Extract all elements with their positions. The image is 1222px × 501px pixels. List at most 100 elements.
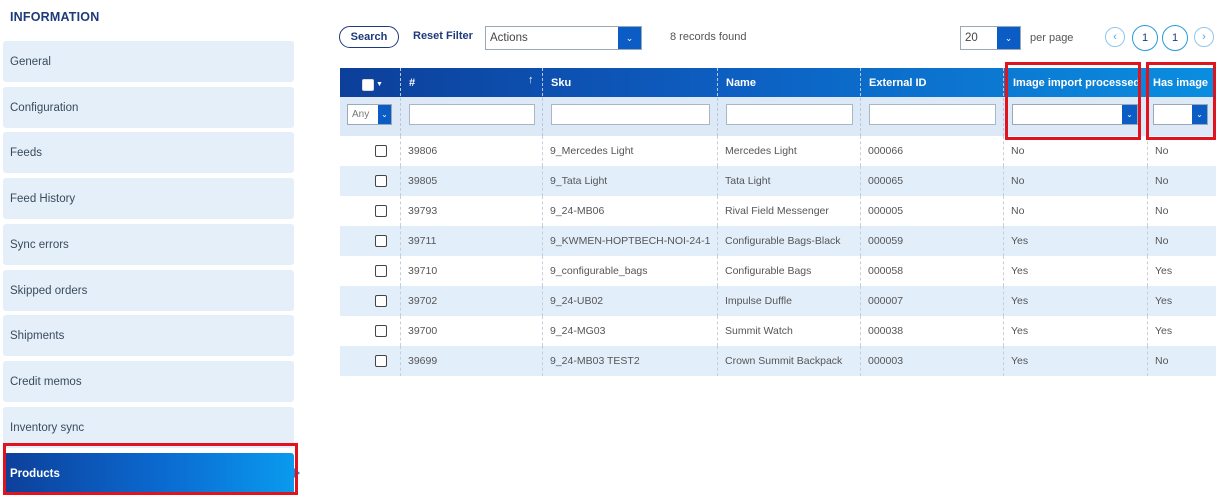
table-row[interactable]: 39700 9_24-MG03 Summit Watch 000038 Yes Yes xyxy=(340,316,1216,346)
actions-select[interactable]: Actions ⌄ xyxy=(485,26,642,50)
column-divider xyxy=(400,256,401,286)
cell-image-import-processed: Yes xyxy=(1011,235,1029,247)
sidebar-item-general[interactable]: General xyxy=(3,41,294,82)
cell-sku: 9_KWMEN-HOPTBECH-NOI-24-1 xyxy=(550,235,711,247)
column-divider xyxy=(1147,166,1148,196)
active-indicator-arrow-icon xyxy=(294,468,300,478)
name-filter-input[interactable] xyxy=(726,104,853,125)
cell-name: Configurable Bags-Black xyxy=(725,235,841,247)
sidebar-item-inventory-sync[interactable]: Inventory sync xyxy=(3,407,294,448)
next-page-icon[interactable]: › xyxy=(1194,27,1214,47)
cell-name: Rival Field Messenger xyxy=(725,205,829,217)
cell-id: 39793 xyxy=(408,205,438,217)
image-processed-filter-select[interactable]: ⌄ xyxy=(1012,104,1138,125)
column-divider xyxy=(1003,346,1004,376)
cell-sku: 9_24-MB03 TEST2 xyxy=(550,355,640,367)
row-checkbox[interactable] xyxy=(375,355,387,367)
column-divider xyxy=(860,346,861,376)
table-row[interactable]: 39702 9_24-UB02 Impulse Duffle 000007 Yes Yes xyxy=(340,286,1216,316)
table-row[interactable]: 39793 9_24-MB06 Rival Field Messenger 00000… xyxy=(340,196,1216,226)
sidebar-item-configuration[interactable]: Configuration xyxy=(3,87,294,128)
cell-id: 39711 xyxy=(408,235,437,247)
row-checkbox[interactable] xyxy=(375,235,387,247)
grid-toolbar: Search Reset Filter Actions ⌄ 8 records … xyxy=(339,24,1219,54)
column-header-external-id[interactable]: External ID xyxy=(860,68,1003,97)
table-row[interactable]: 39710 9_configurable_bags Configurable Bag… xyxy=(340,256,1216,286)
column-divider xyxy=(400,316,401,346)
search-button[interactable]: Search xyxy=(339,26,399,48)
cell-image-import-processed: Yes xyxy=(1011,265,1029,277)
column-divider xyxy=(542,256,543,286)
column-divider xyxy=(860,256,861,286)
sidebar-item-feeds[interactable]: Feeds xyxy=(3,132,294,173)
cell-name: Mercedes Light xyxy=(725,145,797,157)
cell-id: 39702 xyxy=(408,295,438,307)
sidebar-item-shipments[interactable]: Shipments xyxy=(3,315,294,356)
row-checkbox[interactable] xyxy=(375,295,387,307)
column-divider xyxy=(717,286,718,316)
column-divider xyxy=(1147,346,1148,376)
chevron-down-icon: ⌄ xyxy=(377,105,391,124)
column-divider xyxy=(400,68,401,136)
cell-external-id: 000065 xyxy=(868,175,904,187)
column-divider xyxy=(860,226,861,256)
select-filter-any[interactable]: Any ⌄ xyxy=(347,104,392,125)
cell-external-id: 000038 xyxy=(868,325,904,337)
sidebar-item-products[interactable]: Products xyxy=(3,453,294,494)
column-header-sku[interactable]: Sku xyxy=(542,68,717,97)
column-divider xyxy=(542,346,543,376)
column-divider xyxy=(717,346,718,376)
cell-id: 39806 xyxy=(408,145,438,157)
row-checkbox[interactable] xyxy=(375,145,387,157)
page-size-select[interactable]: 20 ⌄ xyxy=(960,26,1021,50)
id-filter-input[interactable] xyxy=(409,104,535,125)
sort-arrow-icon[interactable]: ↑ xyxy=(528,74,534,86)
column-header-name[interactable]: Name xyxy=(717,68,860,97)
sidebar-item-sync-errors[interactable]: Sync errors xyxy=(3,224,294,265)
sidebar-item-skipped-orders[interactable]: Skipped orders xyxy=(3,270,294,311)
column-divider xyxy=(1147,226,1148,256)
prev-page-icon[interactable]: ‹ xyxy=(1105,27,1125,47)
table-row[interactable]: 39806 9_Mercedes Light Mercedes Light 00006… xyxy=(340,136,1216,166)
sidebar-item-credit-memos[interactable]: Credit memos xyxy=(3,361,294,402)
external-id-filter-input[interactable] xyxy=(869,104,996,125)
column-divider xyxy=(717,196,718,226)
column-divider xyxy=(1003,136,1004,166)
column-header-has-image[interactable]: Has image xyxy=(1147,68,1216,97)
current-page[interactable]: 1 xyxy=(1132,25,1158,51)
column-header-image-import-processed[interactable]: Image import processed xyxy=(1003,68,1147,97)
cell-image-import-processed: Yes xyxy=(1011,355,1029,367)
table-row[interactable]: 39711 9_KWMEN-HOPTBECH-NOI-24-1 Configurab… xyxy=(340,226,1216,256)
cell-has-image: No xyxy=(1155,355,1169,367)
total-pages: 1 xyxy=(1162,25,1188,51)
cell-sku: 9_24-MB06 xyxy=(550,205,605,217)
column-divider xyxy=(1003,166,1004,196)
column-divider xyxy=(1003,226,1004,256)
cell-external-id: 000059 xyxy=(868,235,904,247)
chevron-down-icon: ⌄ xyxy=(1121,105,1137,124)
column-divider xyxy=(1003,196,1004,226)
table-row[interactable]: 39805 9_Tata Light Tata Light 000065 No No xyxy=(340,166,1216,196)
column-divider xyxy=(400,286,401,316)
sidebar-item-feed-history[interactable]: Feed History xyxy=(3,178,294,219)
row-checkbox[interactable] xyxy=(375,175,387,187)
column-divider xyxy=(1003,316,1004,346)
row-checkbox[interactable] xyxy=(375,205,387,217)
sku-filter-input[interactable] xyxy=(551,104,710,125)
has-image-filter-select[interactable]: ⌄ xyxy=(1153,104,1208,125)
column-divider xyxy=(860,68,861,136)
select-all-checkbox[interactable] xyxy=(362,79,374,91)
reset-filter-button[interactable]: Reset Filter xyxy=(413,30,473,42)
column-divider xyxy=(400,346,401,376)
caret-down-icon[interactable]: ▼ xyxy=(376,81,383,88)
column-divider xyxy=(1003,256,1004,286)
column-header-id[interactable]: # xyxy=(400,68,542,97)
row-checkbox[interactable] xyxy=(375,325,387,337)
table-row[interactable]: 39699 9_24-MB03 TEST2 Crown Summit Backpac… xyxy=(340,346,1216,376)
chevron-down-icon: ⌄ xyxy=(996,27,1020,49)
row-checkbox[interactable] xyxy=(375,265,387,277)
column-divider xyxy=(717,256,718,286)
cell-name: Impulse Duffle xyxy=(725,295,792,307)
column-divider xyxy=(400,136,401,166)
cell-name: Summit Watch xyxy=(725,325,793,337)
